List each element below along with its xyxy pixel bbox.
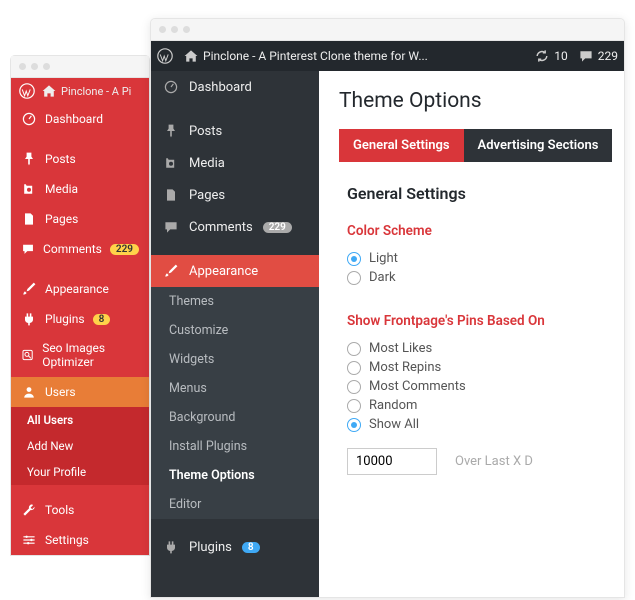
plugins-badge: 8 (242, 542, 260, 553)
user-icon (21, 384, 37, 400)
radio-icon (347, 380, 361, 394)
background-window: Pinclone - A Pi Dashboard Posts Media Pa… (10, 55, 150, 556)
pin-icon (163, 123, 179, 139)
submenu-background[interactable]: Background (151, 403, 319, 432)
tab-advertising-sections[interactable]: Advertising Sections (464, 129, 613, 162)
slider-icon (21, 532, 37, 548)
comments-indicator[interactable]: 229 (578, 48, 618, 64)
pin-icon (21, 151, 37, 167)
submenu-customize[interactable]: Customize (151, 316, 319, 345)
seo-icon (21, 347, 34, 363)
page-icon (21, 211, 37, 227)
home-icon[interactable] (183, 48, 199, 64)
menu-posts[interactable]: Posts (151, 115, 319, 147)
page-icon (163, 187, 179, 203)
comment-icon (163, 219, 179, 235)
plug-icon (163, 539, 179, 555)
content-area: Theme Options General Settings Advertisi… (319, 71, 624, 597)
brush-icon (21, 281, 37, 297)
media-icon (163, 155, 179, 171)
frontpage-heading: Show Frontpage's Pins Based On (347, 313, 624, 329)
menu-plugins[interactable]: Plugins8 (11, 304, 149, 334)
submenu-editor[interactable]: Editor (151, 490, 319, 519)
submenu-theme-options[interactable]: Theme Options (151, 461, 319, 490)
menu-seo[interactable]: Seo Images Optimizer (11, 334, 149, 377)
radio-icon (347, 399, 361, 413)
menu-pages[interactable]: Pages (151, 179, 319, 211)
menu-appearance[interactable]: Appearance (11, 274, 149, 304)
submenu-themes[interactable]: Themes (151, 287, 319, 316)
days-label: Over Last X D (455, 454, 533, 469)
submenu-add-new[interactable]: Add New (11, 433, 149, 459)
menu-media[interactable]: Media (151, 147, 319, 179)
menu-pages[interactable]: Pages (11, 204, 149, 234)
admin-bar-back: Pinclone - A Pi (11, 78, 149, 104)
wordpress-logo-icon[interactable] (157, 48, 173, 64)
foreground-window: Pinclone - A Pinterest Clone theme for W… (150, 18, 625, 598)
wordpress-logo-icon (19, 83, 35, 99)
menu-comments[interactable]: Comments229 (11, 234, 149, 264)
submenu-menus[interactable]: Menus (151, 374, 319, 403)
comment-icon (578, 48, 594, 64)
radio-random[interactable]: Random (347, 396, 624, 415)
window-chrome (11, 56, 149, 78)
tab-general-settings[interactable]: General Settings (339, 129, 464, 162)
radio-most-repins[interactable]: Most Repins (347, 358, 624, 377)
admin-bar: Pinclone - A Pinterest Clone theme for W… (151, 41, 624, 71)
radio-icon (347, 252, 361, 266)
radio-most-comments[interactable]: Most Comments (347, 377, 624, 396)
menu-comments[interactable]: Comments229 (151, 211, 319, 243)
comment-icon (21, 241, 35, 257)
menu-posts[interactable]: Posts (11, 144, 149, 174)
menu-dashboard[interactable]: Dashboard (151, 71, 319, 103)
submenu-all-users[interactable]: All Users (11, 407, 149, 433)
site-title[interactable]: Pinclone - A Pinterest Clone theme for W… (203, 49, 528, 63)
radio-icon (347, 342, 361, 356)
admin-menu: Dashboard Posts Media Pages Comments229 … (151, 71, 319, 597)
submenu-your-profile[interactable]: Your Profile (11, 459, 149, 485)
refresh-icon (534, 48, 550, 64)
radio-show-all[interactable]: Show All (347, 415, 624, 434)
radio-light[interactable]: Light (347, 249, 624, 268)
submenu-widgets[interactable]: Widgets (151, 345, 319, 374)
section-heading: General Settings (347, 184, 624, 203)
days-input[interactable] (347, 448, 437, 475)
site-title-back[interactable]: Pinclone - A Pi (61, 85, 131, 98)
radio-icon (347, 361, 361, 375)
plug-icon (21, 311, 37, 327)
comments-badge: 229 (110, 244, 139, 255)
radio-dark[interactable]: Dark (347, 268, 624, 287)
page-title: Theme Options (339, 89, 624, 113)
menu-plugins[interactable]: Plugins8 (151, 531, 319, 563)
brush-icon (163, 263, 179, 279)
window-chrome (151, 19, 624, 41)
home-icon (41, 83, 57, 99)
menu-dashboard[interactable]: Dashboard (11, 104, 149, 134)
radio-icon (347, 271, 361, 285)
tabs: General Settings Advertising Sections (339, 129, 624, 162)
media-icon (21, 181, 37, 197)
radio-most-likes[interactable]: Most Likes (347, 339, 624, 358)
menu-appearance[interactable]: Appearance (151, 255, 319, 287)
comments-badge: 229 (263, 222, 292, 233)
dashboard-icon (163, 79, 179, 95)
wrench-icon (21, 502, 37, 518)
plugins-badge: 8 (93, 314, 111, 325)
menu-tools[interactable]: Tools (11, 495, 149, 525)
menu-media[interactable]: Media (11, 174, 149, 204)
dashboard-icon (21, 111, 37, 127)
menu-settings[interactable]: Settings (11, 525, 149, 555)
updates-indicator[interactable]: 10 (534, 48, 568, 64)
radio-icon (347, 418, 361, 432)
menu-users[interactable]: Users (11, 377, 149, 407)
admin-menu-back: Dashboard Posts Media Pages Comments229 … (11, 104, 149, 555)
color-scheme-heading: Color Scheme (347, 223, 624, 239)
submenu-install-plugins[interactable]: Install Plugins (151, 432, 319, 461)
